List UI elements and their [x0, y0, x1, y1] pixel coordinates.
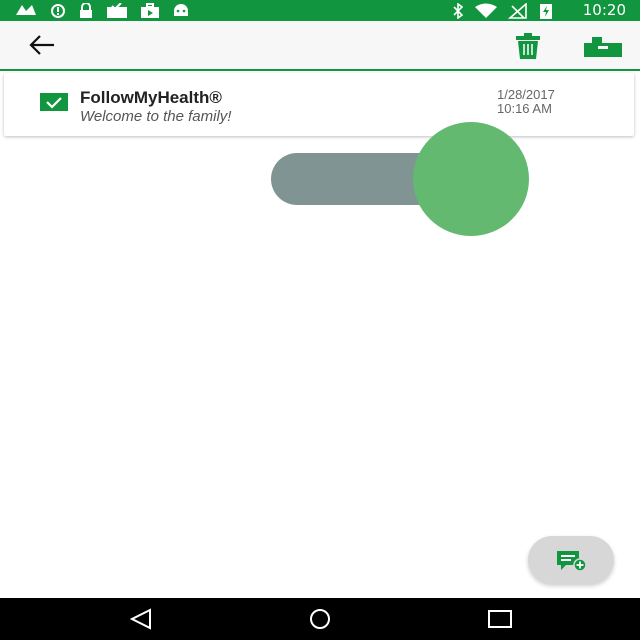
- trash-icon[interactable]: [514, 33, 542, 59]
- status-left-icons: [14, 3, 190, 19]
- wifi-icon: [475, 3, 497, 18]
- back-triangle-icon[interactable]: [128, 608, 154, 630]
- recents-square-icon[interactable]: [487, 608, 513, 630]
- system-nav-bar: [0, 598, 640, 640]
- mail-check-icon: [107, 3, 127, 18]
- android-icon: [174, 4, 188, 16]
- home-circle-icon[interactable]: [306, 608, 334, 630]
- status-right-icons: [452, 3, 554, 19]
- message-time: 10:16 AM: [497, 101, 552, 116]
- status-bar: 10:20: [0, 0, 640, 21]
- compose-message-icon: [557, 551, 587, 572]
- fax-icon: [16, 5, 36, 15]
- alert-circle-icon: [51, 4, 65, 18]
- no-signal-icon: [508, 3, 527, 19]
- back-arrow-icon[interactable]: [28, 33, 56, 57]
- briefcase-play-icon: [141, 3, 159, 18]
- message-card[interactable]: FollowMyHealth® Welcome to the family! 1…: [4, 73, 634, 136]
- archive-icon[interactable]: [584, 37, 622, 57]
- message-date: 1/28/2017: [497, 87, 555, 102]
- checkbox-checked-icon[interactable]: [40, 93, 68, 115]
- message-timestamp: 1/28/2017 10:16 AM: [497, 88, 555, 116]
- compose-message-button[interactable]: [528, 536, 614, 584]
- battery-charging-icon: [540, 4, 552, 19]
- status-time: 10:20: [582, 1, 626, 19]
- message-subject: Welcome to the family!: [80, 108, 232, 125]
- bluetooth-icon: [453, 3, 464, 19]
- toggle-switch-knob[interactable]: [413, 122, 529, 236]
- app-bar: [0, 21, 640, 71]
- lock-icon: [80, 3, 92, 18]
- message-sender: FollowMyHealth®: [80, 88, 222, 107]
